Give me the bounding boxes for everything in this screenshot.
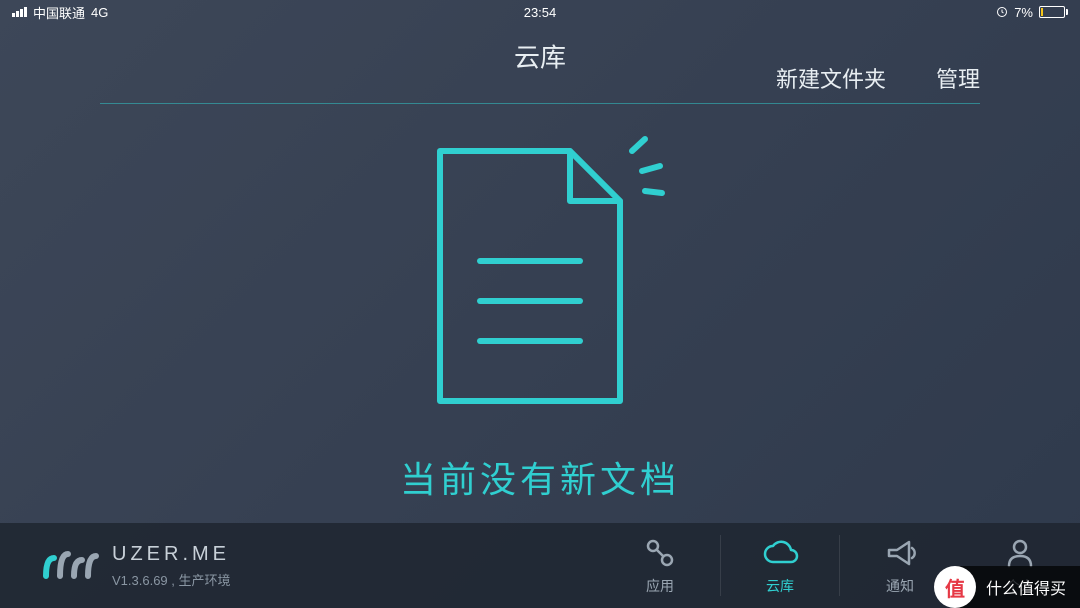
megaphone-icon (883, 536, 917, 570)
nav-notify-label: 通知 (886, 576, 914, 596)
watermark: 值 什么值得买 (955, 566, 1080, 608)
brand-block: UZER.ME V1.3.6.69 , 生产环境 (0, 543, 600, 589)
cloud-icon (761, 536, 799, 570)
clock: 23:54 (524, 5, 557, 20)
person-icon (1003, 536, 1037, 570)
empty-message: 当前没有新文档 (400, 451, 680, 503)
status-left: 中国联通 4G (12, 3, 108, 22)
watermark-text: 什么值得买 (986, 575, 1066, 599)
signal-icon (12, 7, 27, 17)
carrier-label: 中国联通 (33, 3, 85, 22)
nav-cloud[interactable]: 云库 (720, 523, 840, 608)
network-label: 4G (91, 5, 108, 20)
page-header: 云库 新建文件夹 管理 (100, 24, 980, 104)
apps-icon (643, 536, 677, 570)
document-icon (410, 131, 670, 421)
watermark-badge: 值 (934, 566, 976, 608)
manage-button[interactable]: 管理 (936, 62, 980, 94)
nav-apps-label: 应用 (646, 576, 674, 596)
brand-version: V1.3.6.69 , 生产环境 (112, 570, 231, 589)
empty-state: 当前没有新文档 (0, 120, 1080, 523)
nav-apps[interactable]: 应用 (600, 523, 720, 608)
brand-logo-icon (40, 546, 100, 586)
nav-cloud-label: 云库 (766, 576, 794, 596)
bottom-bar: UZER.ME V1.3.6.69 , 生产环境 应用 云库 通知 (0, 523, 1080, 608)
rotation-lock-icon (996, 6, 1008, 18)
brand-name: UZER.ME (112, 543, 231, 566)
status-right: 7% (996, 5, 1068, 20)
new-folder-button[interactable]: 新建文件夹 (776, 62, 886, 94)
page-title: 云库 (514, 37, 566, 74)
battery-percent: 7% (1014, 5, 1033, 20)
header-actions: 新建文件夹 管理 (776, 62, 980, 94)
battery-icon (1039, 6, 1068, 18)
status-bar: 中国联通 4G 23:54 7% (0, 0, 1080, 24)
